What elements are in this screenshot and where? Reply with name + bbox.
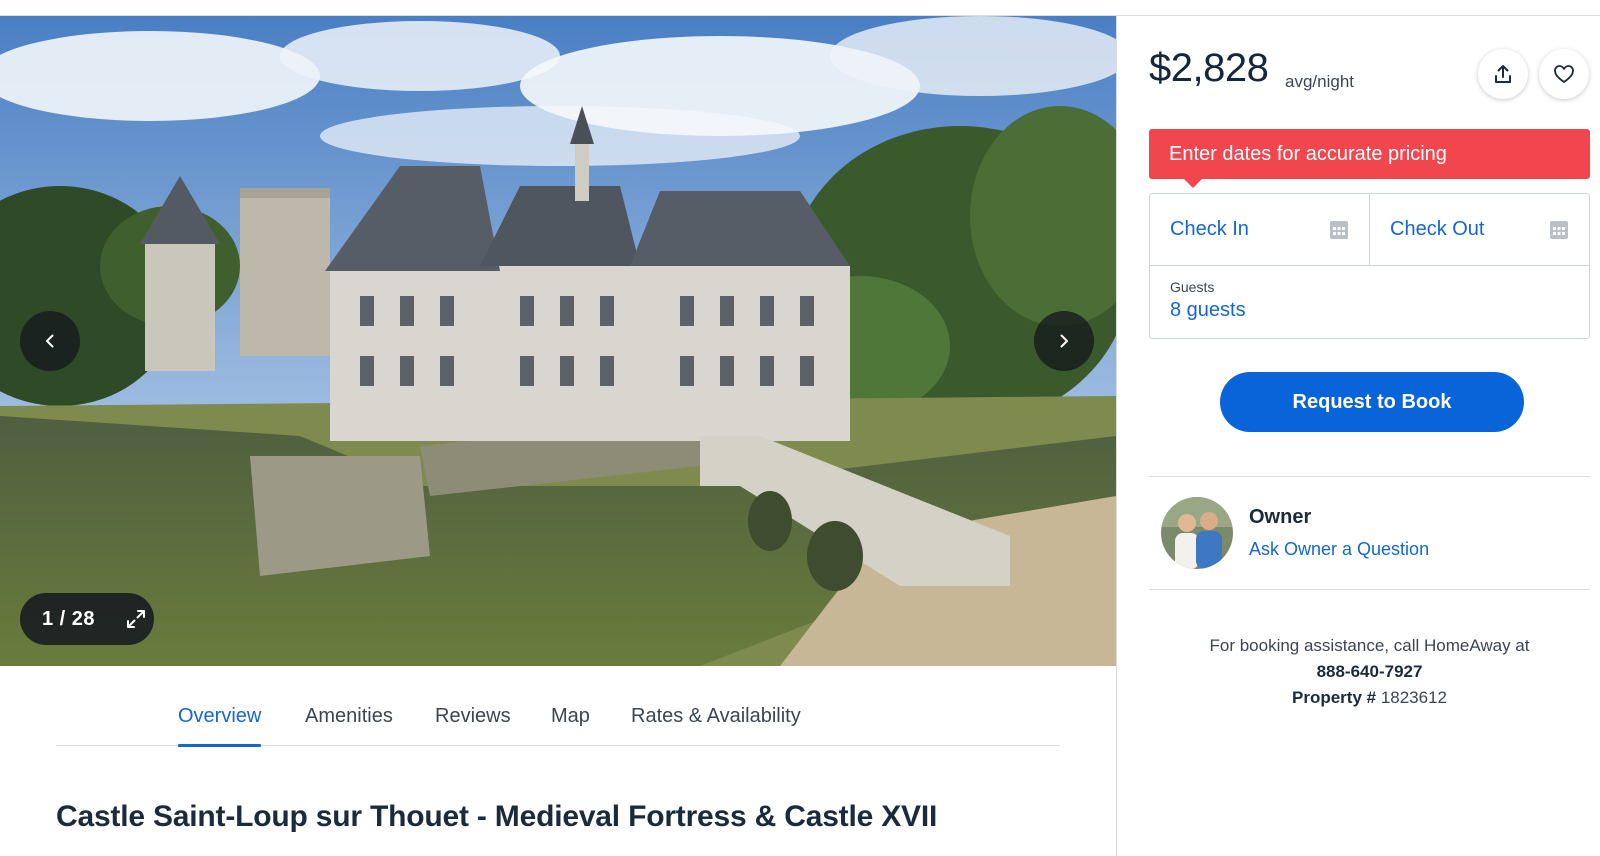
listing-title: Castle Saint-Loup sur Thouet - Medieval … — [56, 800, 938, 833]
castle-photo — [0, 16, 1116, 666]
tab-overview[interactable]: Overview — [178, 700, 262, 747]
request-to-book-button[interactable]: Request to Book — [1220, 372, 1524, 432]
pricing-alert: Enter dates for accurate pricing — [1149, 129, 1590, 179]
tab-rates-availability[interactable]: Rates & Availability — [631, 700, 801, 746]
tab-amenities[interactable]: Amenities — [305, 700, 393, 746]
share-button[interactable] — [1478, 49, 1528, 99]
check-in-field[interactable]: Check In — [1150, 194, 1370, 266]
calendar-icon — [1549, 220, 1569, 240]
property-label: Property # — [1291, 688, 1377, 707]
previous-photo-button[interactable] — [20, 311, 80, 371]
assistance-phone[interactable]: 888-640-7927 — [1149, 659, 1590, 685]
check-out-field[interactable]: Check Out — [1370, 194, 1589, 266]
ask-owner-link[interactable]: Ask Owner a Question — [1249, 539, 1429, 560]
favorite-button[interactable] — [1539, 49, 1589, 99]
photo-gallery[interactable]: 1 / 28 — [0, 16, 1116, 666]
expand-icon — [125, 608, 147, 630]
booking-assistance: For booking assistance, call HomeAway at… — [1149, 633, 1590, 711]
share-icon — [1495, 65, 1511, 83]
booking-form: Check In Check Out Guests 8 guests — [1149, 193, 1590, 339]
chevron-right-icon — [1060, 334, 1068, 348]
assistance-text: For booking assistance, call HomeAway at — [1209, 636, 1530, 655]
chevron-left-icon — [46, 334, 54, 348]
column-divider — [1116, 16, 1117, 856]
heart-icon — [1554, 65, 1574, 83]
alert-pointer — [1183, 178, 1203, 188]
photo-counter: 1 / 28 — [42, 607, 96, 630]
price-unit: avg/night — [1285, 72, 1354, 91]
divider — [1149, 589, 1590, 590]
guests-value: 8 guests — [1170, 299, 1246, 321]
divider — [1149, 476, 1590, 477]
calendar-icon — [1329, 220, 1349, 240]
tab-reviews[interactable]: Reviews — [435, 700, 511, 746]
listing-tabs: Overview Amenities Reviews Map Rates & A… — [56, 700, 1060, 747]
photo-counter-button[interactable]: 1 / 28 — [20, 593, 154, 645]
tab-map[interactable]: Map — [551, 700, 590, 746]
price: $2,828 — [1149, 46, 1269, 90]
property-number: 1823612 — [1380, 688, 1447, 707]
guests-label: Guests — [1170, 279, 1215, 295]
top-bar — [0, 0, 1600, 16]
check-out-label: Check Out — [1390, 218, 1485, 240]
guests-field[interactable]: Guests 8 guests — [1150, 266, 1589, 338]
next-photo-button[interactable] — [1034, 311, 1094, 371]
owner-avatar — [1161, 497, 1233, 569]
check-in-label: Check In — [1170, 218, 1249, 240]
owner-label: Owner — [1249, 506, 1312, 528]
